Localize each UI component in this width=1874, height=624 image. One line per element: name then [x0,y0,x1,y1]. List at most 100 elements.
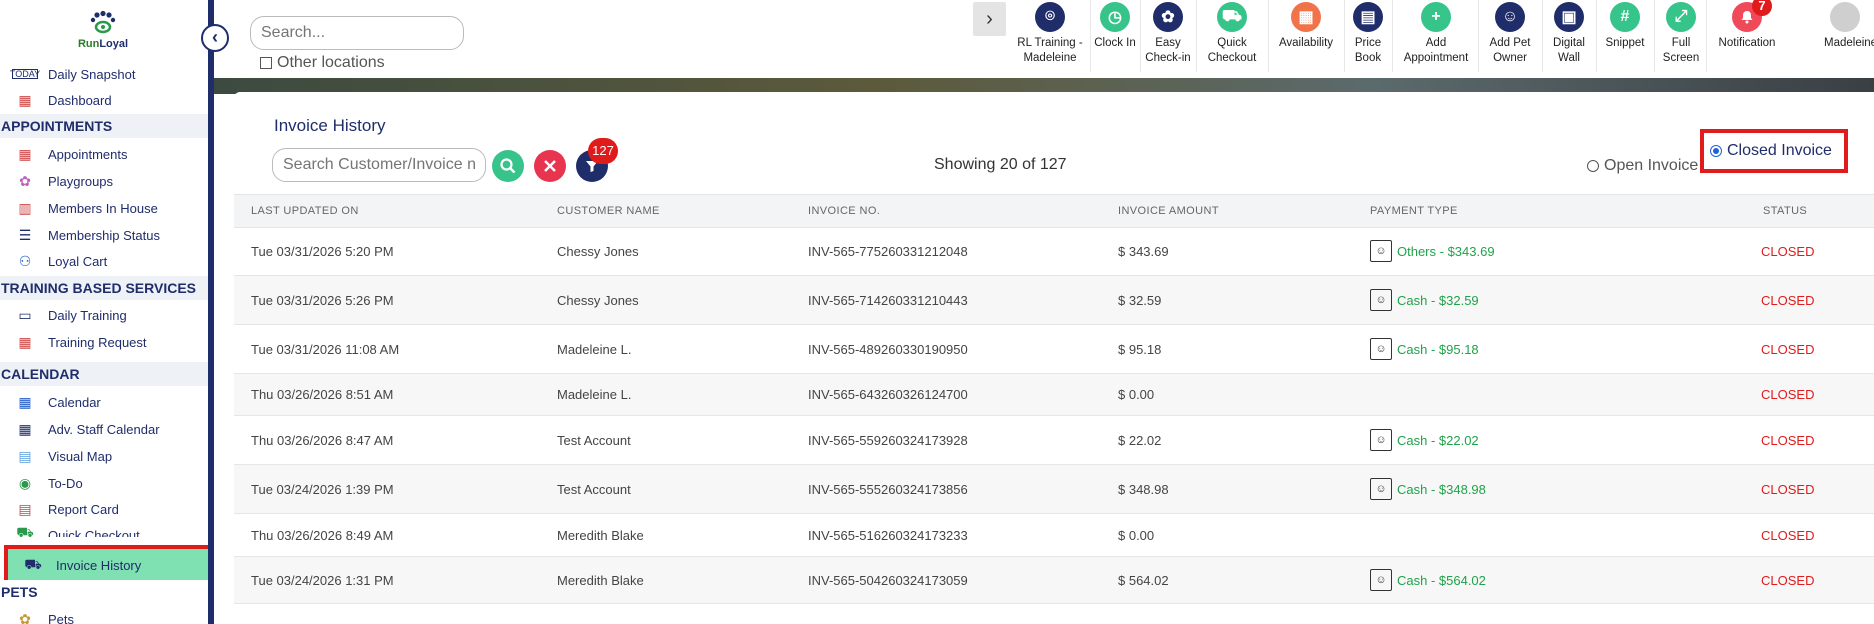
tool-notification[interactable]: 7 Notification [1712,0,1782,72]
cell-status: CLOSED [1761,342,1815,357]
cell-last-updated: Tue 03/24/2026 1:31 PM [251,573,394,588]
collapse-sidebar-button[interactable]: ‹ [201,24,229,52]
divider [1478,0,1479,72]
training-request-icon: ▦ [18,333,32,350]
tool-full-screen[interactable]: ⤢ Full Screen [1660,2,1702,72]
other-locations-checkbox[interactable]: Other locations [260,54,385,72]
tool-label: Quick Checkout [1207,37,1257,64]
col-payment-type[interactable]: PAYMENT TYPE [1370,205,1458,217]
expand-toolbar-button[interactable]: › [973,2,1006,36]
cell-invoice-amount: $ 95.18 [1118,342,1162,357]
sidebar-item-playgroups[interactable]: ✿ Playgroups [0,168,208,194]
cell-invoice-amount: $ 0.00 [1118,387,1155,402]
sidebar-item-label: Dashboard [48,92,112,108]
col-last-updated[interactable]: LAST UPDATED ON [251,205,359,217]
clear-search-button[interactable] [534,150,566,182]
radio-circle-selected[interactable] [1710,145,1722,157]
invoice-search-input[interactable] [272,148,486,182]
col-status[interactable]: STATUS [1763,205,1807,217]
tool-label: Madeleine [1824,37,1874,49]
tool-price-book[interactable]: ▤ Price Book [1348,2,1388,72]
payment-text: Cash - $22.02 [1397,432,1479,448]
cell-invoice-no: INV-565-504260324173059 [808,573,968,588]
sidebar-item-report-card[interactable]: ▤ Report Card [0,496,208,522]
staff-calendar-icon: ▦ [18,420,32,437]
cell-invoice-amount: $ 343.69 [1118,244,1169,259]
sidebar-item-label: Calendar [48,394,101,410]
table-row[interactable]: Tue 03/31/2026 11:08 AM Madeleine L. INV-5… [234,325,1874,374]
tool-user-profile[interactable]: Madeleine [1824,2,1874,72]
radio-circle[interactable] [1587,160,1599,172]
sidebar-item-training-request[interactable]: ▦ Training Request [0,329,208,355]
table-row[interactable]: Thu 03/26/2026 8:49 AM Meredith Blake INV-… [234,514,1874,557]
tool-label: Easy Check-in [1145,37,1191,64]
divider [1654,0,1655,72]
sidebar-item-label: Daily Training [48,307,127,323]
tool-add-pet-owner[interactable]: ☺ Add Pet Owner [1482,2,1538,72]
cell-customer-name: Test Account [557,433,631,448]
col-customer-name[interactable]: CUSTOMER NAME [557,205,660,217]
global-search-input[interactable] [250,16,464,50]
sidebar-item-daily-snapshot[interactable]: TODAY Daily Snapshot [0,61,208,87]
table-row[interactable]: Tue 03/31/2026 5:26 PM Chessy Jones INV-56… [234,276,1874,325]
sidebar-item-loyal-cart[interactable]: ⚇ Loyal Cart [0,248,208,274]
tool-label: Digital Wall [1553,37,1585,64]
hashtag-icon: # [1610,2,1640,32]
playgroups-icon: ✿ [19,172,31,189]
section-training: TRAINING BASED SERVICES [0,276,208,300]
calendar-grid-icon: ▦ [18,145,32,162]
table-row[interactable]: Tue 03/31/2026 5:20 PM Chessy Jones INV-56… [234,228,1874,276]
sidebar: RunLoyal TODAY Daily Snapshot ▦ Dashboard … [0,0,214,624]
cell-payment-type: ☺ Cash - $564.02 [1370,569,1486,591]
availability-icon: ▦ [1291,2,1321,32]
invoice-history-card: Invoice History 127 Showing 20 of 127 Op… [234,92,1874,624]
table-row[interactable]: Thu 03/26/2026 8:47 AM Test Account INV-56… [234,416,1874,465]
tool-label: Add Pet Owner [1489,37,1531,64]
cell-status: CLOSED [1761,387,1815,402]
tool-easy-check-in[interactable]: ✿ Easy Check-in [1144,2,1192,72]
sidebar-item-calendar[interactable]: ▦ Calendar [0,389,208,415]
divider [1706,0,1707,72]
members-icon: ▥ [18,199,32,216]
sidebar-item-adv-staff-calendar[interactable]: ▦ Adv. Staff Calendar [0,416,208,442]
tool-quick-checkout[interactable]: ⛟ Quick Checkout [1202,2,1262,72]
open-invoice-radio[interactable]: Open Invoice [1587,146,1698,186]
table-row[interactable]: Thu 03/26/2026 8:51 AM Madeleine L. INV-56… [234,374,1874,416]
sidebar-item-label: To-Do [48,475,83,491]
tool-add-appointment[interactable]: + Add Appointment [1398,2,1474,72]
sidebar-item-pets[interactable]: ✿ Pets [0,606,208,624]
section-pets: PETS [0,580,208,604]
divider [1344,0,1345,72]
closed-invoice-label: Closed Invoice [1727,142,1832,159]
tool-label: Price Book [1354,37,1382,64]
logo-text-loyal: Loyal [99,38,129,50]
sidebar-item-daily-training[interactable]: ▭ Daily Training [0,302,208,328]
cell-status: CLOSED [1761,293,1815,308]
search-button[interactable] [492,150,524,182]
runloyal-logo[interactable]: RunLoyal [68,10,138,50]
sidebar-item-dashboard[interactable]: ▦ Dashboard [0,87,208,113]
tool-snippet[interactable]: # Snippet [1600,2,1650,72]
checkbox-box[interactable] [260,57,272,69]
col-invoice-amount[interactable]: INVOICE AMOUNT [1118,205,1219,217]
sidebar-item-quick-checkout[interactable]: ⛟ Quick Checkout [0,523,208,538]
col-invoice-no[interactable]: INVOICE NO. [808,205,880,217]
sidebar-item-label: Membership Status [48,227,160,243]
tool-availability[interactable]: ▦ Availability [1272,2,1340,72]
sidebar-item-label: Quick Checkout [48,528,140,537]
sidebar-item-appointments[interactable]: ▦ Appointments [0,141,208,167]
sidebar-item-to-do[interactable]: ◉ To-Do [0,470,208,496]
tool-clock-in[interactable]: ◷ Clock In [1094,2,1136,72]
table-row[interactable]: Tue 03/24/2026 1:31 PM Meredith Blake INV-… [234,557,1874,604]
sidebar-item-membership-status[interactable]: ☰ Membership Status [0,222,208,248]
cell-invoice-amount: $ 564.02 [1118,573,1169,588]
payment-register-icon: ☺ [1370,429,1392,451]
table-row[interactable]: Tue 03/24/2026 1:39 PM Test Account INV-56… [234,465,1874,514]
sidebar-item-members-in-house[interactable]: ▥ Members In House [0,195,208,221]
tool-digital-wall[interactable]: ▣ Digital Wall [1546,2,1592,72]
sidebar-item-label: Pets [48,611,75,624]
sidebar-item-visual-map[interactable]: ▤ Visual Map [0,443,208,469]
sidebar-item-invoice-history[interactable]: ⛟ Invoice History [4,545,208,585]
tool-location[interactable]: ⌾ RL Training - Madeleine [1014,2,1086,72]
closed-invoice-radio[interactable]: Closed Invoice [1700,129,1848,173]
